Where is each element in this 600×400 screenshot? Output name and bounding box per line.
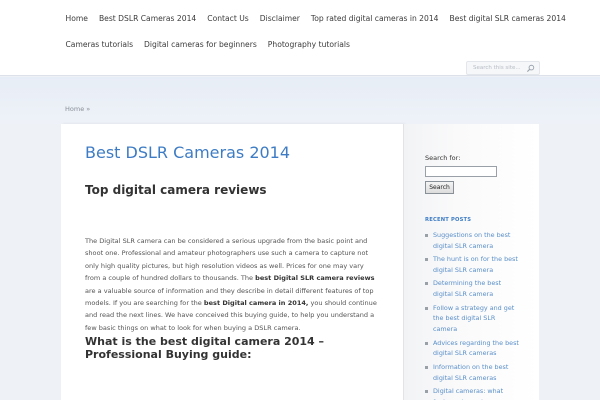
bold-keyword: best Digital camera in 2014,	[203, 299, 309, 308]
sidebar-search-label: Search for:	[425, 154, 461, 162]
main-nav: Home Best DSLR Cameras 2014 Contact Us D…	[60, 8, 571, 28]
nav-photography-tutorials[interactable]: Photography tutorials	[262, 40, 355, 49]
section-heading: What is the best digital camera 2014 – P…	[85, 335, 325, 361]
article-paragraph: The Digital SLR camera can be considered…	[85, 235, 381, 334]
recent-posts-list: Suggestions on the best digital SLR came…	[425, 230, 520, 400]
nav-disclaimer[interactable]: Disclaimer	[254, 14, 305, 23]
recent-post-link[interactable]: Follow a strategy and get the best digit…	[425, 303, 520, 335]
page-title: Best DSLR Cameras 2014	[85, 143, 291, 162]
search-icon[interactable]	[526, 64, 535, 73]
recent-post-link[interactable]: Advices regarding the best digital SLR c…	[425, 338, 520, 360]
site-header: Home Best DSLR Cameras 2014 Contact Us D…	[0, 0, 600, 76]
breadcrumb[interactable]: Home »	[65, 105, 90, 113]
recent-post-link[interactable]: Information on the best digital SLR came…	[425, 362, 520, 384]
nav-cameras-tutorials[interactable]: Cameras tutorials	[60, 40, 139, 49]
nav-best-digital-slr-cameras[interactable]: Best digital SLR cameras 2014	[444, 14, 571, 23]
sidebar-search-button[interactable]: Search	[425, 181, 454, 194]
recent-post-link[interactable]: The hunt is on for the best digital SLR …	[425, 254, 520, 276]
nav-contact-us[interactable]: Contact Us	[202, 14, 254, 23]
header-search	[466, 61, 540, 75]
breadcrumb-band	[0, 77, 600, 124]
page-subtitle: Top digital camera reviews	[85, 183, 267, 197]
nav-digital-cameras-for-beginners[interactable]: Digital cameras for beginners	[139, 40, 263, 49]
recent-post-link[interactable]: Determining the best digital SLR camera	[425, 278, 520, 300]
nav-top-rated-digital-cameras[interactable]: Top rated digital cameras in 2014	[305, 14, 444, 23]
recent-post-link[interactable]: Suggestions on the best digital SLR came…	[425, 230, 520, 252]
recent-posts-title: RECENT POSTS	[425, 217, 472, 223]
recent-post-link[interactable]: Digital cameras: what features to seek	[425, 386, 520, 400]
header-search-input[interactable]	[473, 65, 527, 71]
main-nav-row-2: Cameras tutorials Digital cameras for be…	[60, 34, 355, 54]
nav-best-dslr-cameras-2014[interactable]: Best DSLR Cameras 2014	[93, 14, 201, 23]
nav-home[interactable]: Home	[60, 14, 93, 23]
bold-keyword: best Digital SLR camera reviews	[255, 274, 375, 283]
sidebar-search-input[interactable]	[425, 166, 497, 177]
